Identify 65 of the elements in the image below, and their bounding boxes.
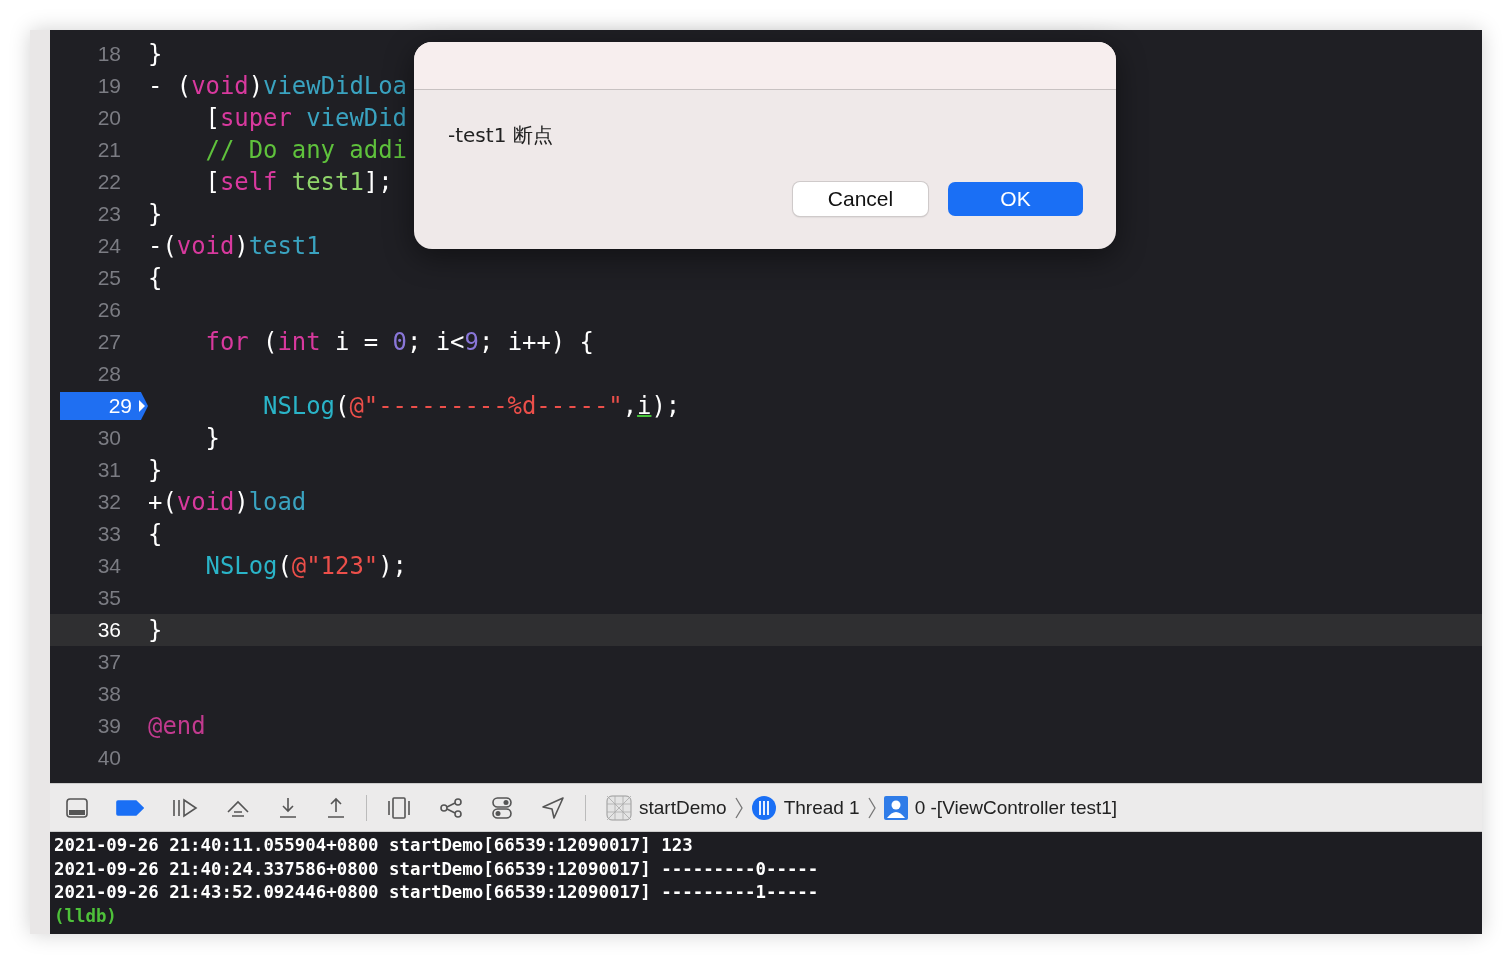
line-number: 35 xyxy=(97,586,122,610)
line-number: 27 xyxy=(97,330,122,354)
code-line: { xyxy=(148,520,163,548)
thread-icon xyxy=(750,794,777,821)
line-number: 37 xyxy=(97,650,122,674)
line-number: 30 xyxy=(97,426,122,450)
code-line: for (int i = 0; i<9; i++) { xyxy=(204,328,594,356)
chevron-icon xyxy=(734,796,743,819)
location-icon[interactable] xyxy=(541,796,565,819)
code-line: } xyxy=(148,456,163,484)
code-line: } xyxy=(204,424,220,452)
code-line: NSLog(@"---------%d-----",i); xyxy=(262,392,681,420)
line-number: 40 xyxy=(97,746,122,770)
breakpoint-marker[interactable]: 29 xyxy=(60,392,148,420)
console-prompt[interactable]: (lldb) xyxy=(54,904,1478,928)
app-icon xyxy=(606,794,632,821)
step-out-icon[interactable] xyxy=(326,796,346,819)
line-number: 31 xyxy=(97,458,122,482)
code-line: [self test1]; xyxy=(204,168,393,196)
step-into-icon[interactable] xyxy=(278,796,298,819)
console-line: 2021-09-26 21:43:52.092446+0800 startDemo[66539:12090017] ---------1----- xyxy=(54,881,820,904)
line-number: 19 xyxy=(97,74,122,98)
console-line: 2021-09-26 21:40:11.055904+0800 startDemo[66539:12090017] 123 xyxy=(54,834,694,857)
code-line: - (void)viewDidLoa xyxy=(148,72,407,100)
chevron-icon xyxy=(867,796,876,819)
code-line: } xyxy=(148,40,163,68)
line-number: 21 xyxy=(97,138,122,162)
line-number: 28 xyxy=(97,362,122,386)
pointer-icon xyxy=(138,399,146,413)
line-number: 20 xyxy=(97,106,122,130)
dialog-message: -test1 断点 xyxy=(448,122,553,149)
breadcrumb-item[interactable]: Thread 1 xyxy=(750,794,860,821)
console-line: 2021-09-26 21:40:24.337586+0800 startDemo[66539:12090017] ---------0----- xyxy=(54,857,820,881)
view-hierarchy-icon[interactable] xyxy=(387,796,411,819)
hide-panel-icon[interactable] xyxy=(66,797,88,818)
line-number: 26 xyxy=(97,298,122,322)
toggles-icon[interactable] xyxy=(491,796,513,819)
memory-graph-icon[interactable] xyxy=(439,797,463,818)
line-number: 39 xyxy=(97,714,122,738)
code-line: @end xyxy=(148,712,206,740)
line-number: 23 xyxy=(97,202,122,226)
line-number: 24 xyxy=(97,234,122,258)
person-icon xyxy=(883,795,908,820)
line-number: 18 xyxy=(97,42,122,66)
breadcrumb-item[interactable]: startDemo xyxy=(606,794,727,821)
line-number: 34 xyxy=(97,554,122,578)
line-number: 33 xyxy=(97,522,122,546)
code-line: // Do any addi xyxy=(204,136,407,164)
cancel-button[interactable]: Cancel xyxy=(793,182,928,216)
line-number: 22 xyxy=(97,170,122,194)
code-line: { xyxy=(148,264,163,292)
code-line: } xyxy=(148,200,163,228)
code-line: [super viewDid xyxy=(204,104,407,132)
code-line: NSLog(@"123"); xyxy=(204,552,407,580)
line-number: 32 xyxy=(97,490,122,514)
breakpoint-toggle-icon[interactable] xyxy=(116,799,144,816)
line-number: 36 xyxy=(97,618,122,642)
line-number: 25 xyxy=(97,266,122,290)
code-line: } xyxy=(148,616,163,644)
breadcrumb-item[interactable]: 0 -[ViewController test1] xyxy=(883,795,1118,820)
continue-icon[interactable] xyxy=(172,797,198,818)
code-line: -(void)test1 xyxy=(148,232,321,260)
line-number: 38 xyxy=(97,682,122,706)
ok-button[interactable]: OK xyxy=(948,182,1083,216)
code-line: +(void)load xyxy=(148,488,307,516)
